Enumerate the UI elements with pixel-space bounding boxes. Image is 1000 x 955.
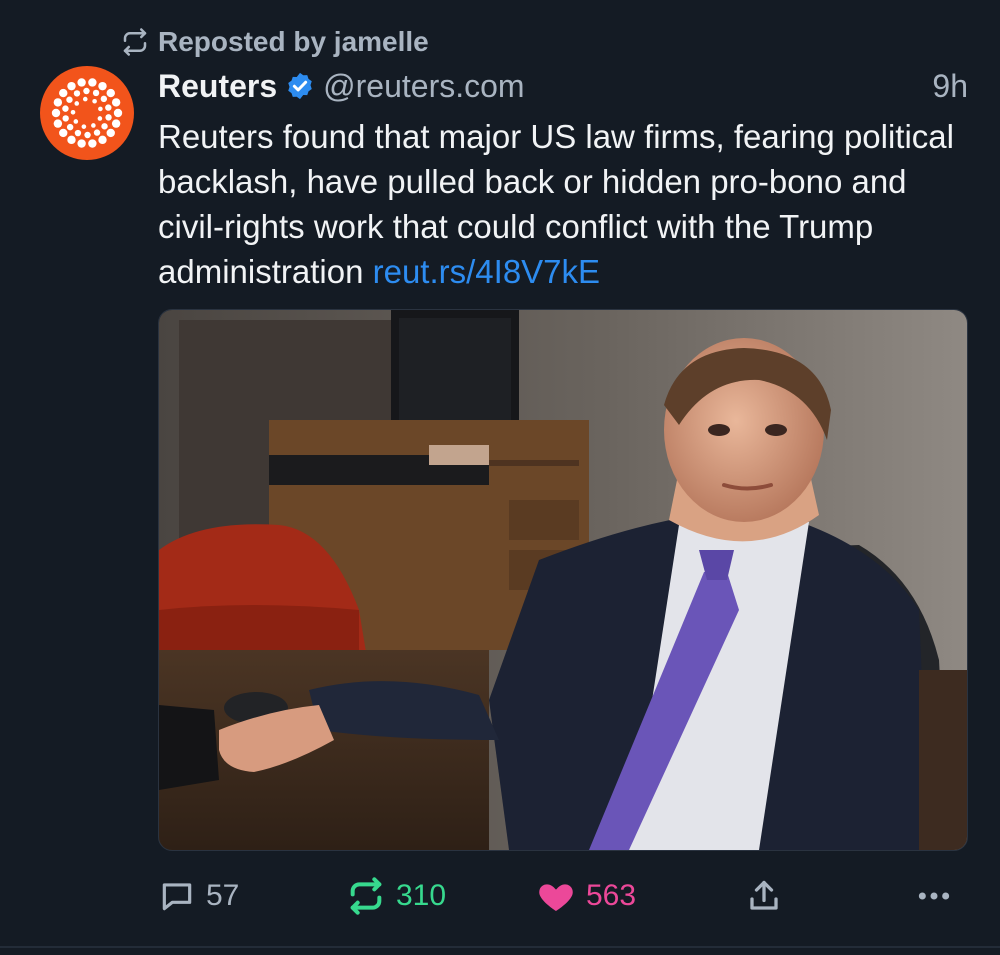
logo-dot — [105, 104, 112, 111]
logo-dot — [73, 119, 79, 124]
logo-dot — [59, 128, 68, 138]
logo-dot — [98, 81, 107, 91]
logo-dot — [92, 89, 100, 97]
author-handle[interactable]: @reuters.com — [323, 68, 524, 105]
logo-dot — [82, 96, 88, 102]
logo-dot — [74, 129, 82, 137]
logo-dot — [51, 108, 61, 118]
logo-dot — [77, 139, 86, 148]
logo-dot — [62, 115, 69, 122]
logo-dot — [93, 129, 101, 136]
post[interactable]: Reposted by jamelle Reuters @reuters.com… — [0, 0, 1000, 955]
logo-dot — [98, 135, 107, 145]
logo-dot — [91, 123, 96, 128]
post-timestamp[interactable]: 9h — [932, 68, 968, 105]
repost-label: Reposted by jamelle — [158, 26, 429, 57]
logo-dot — [111, 119, 121, 128]
repost-icon — [350, 877, 382, 915]
logo-dot — [66, 96, 73, 103]
logo-dot — [53, 119, 63, 128]
more-icon — [918, 892, 950, 900]
repost-button[interactable]: 310 — [346, 872, 446, 920]
avatar[interactable] — [40, 66, 134, 160]
heart-icon — [539, 884, 573, 911]
logo-dot — [111, 98, 121, 107]
logo-dot — [77, 78, 86, 87]
logo-dot — [106, 128, 115, 138]
author-name[interactable]: Reuters — [158, 68, 277, 105]
share-icon — [750, 880, 778, 910]
reuters-logo — [51, 78, 123, 148]
post-image[interactable] — [158, 309, 968, 851]
logo-dot — [88, 139, 97, 148]
logo-dot — [88, 78, 97, 87]
logo-dot — [70, 109, 76, 115]
post-text: Reuters found that major US law firms, f… — [158, 114, 968, 294]
logo-dot — [113, 108, 123, 118]
logo-dot — [101, 123, 108, 130]
post-actions: 57 310 563 — [158, 872, 966, 920]
repost-indicator[interactable]: Reposted by jamelle — [120, 22, 429, 62]
post-header: Reuters @reuters.com 9h — [158, 64, 968, 108]
logo-dot — [100, 95, 108, 103]
logo-dot — [53, 98, 63, 107]
like-button[interactable]: 563 — [536, 872, 636, 920]
post-divider — [0, 946, 1000, 948]
logo-dot — [62, 105, 69, 112]
logo-dot — [98, 106, 103, 112]
repost-icon — [123, 28, 147, 56]
more-button[interactable] — [914, 872, 964, 920]
post-link[interactable]: reut.rs/4I8V7kE — [373, 253, 600, 290]
logo-dot — [66, 123, 74, 131]
reply-icon — [162, 883, 192, 911]
logo-dot — [105, 114, 112, 121]
logo-dot — [59, 88, 68, 98]
logo-dot — [81, 124, 87, 129]
logo-dot — [73, 90, 81, 97]
logo-dot — [84, 131, 91, 139]
like-count: 563 — [586, 879, 637, 912]
photo-illustration — [159, 310, 967, 850]
logo-dot — [97, 116, 103, 121]
repost-count: 310 — [396, 879, 447, 912]
share-button[interactable] — [746, 872, 792, 920]
verified-badge-icon — [288, 72, 312, 100]
reply-count: 57 — [206, 879, 240, 912]
logo-dot — [67, 81, 76, 91]
logo-dot — [67, 135, 76, 145]
logo-dot — [74, 101, 80, 106]
logo-dot — [92, 98, 97, 104]
reply-button[interactable]: 57 — [158, 872, 239, 920]
logo-dot — [106, 88, 115, 98]
logo-dot — [83, 87, 90, 95]
